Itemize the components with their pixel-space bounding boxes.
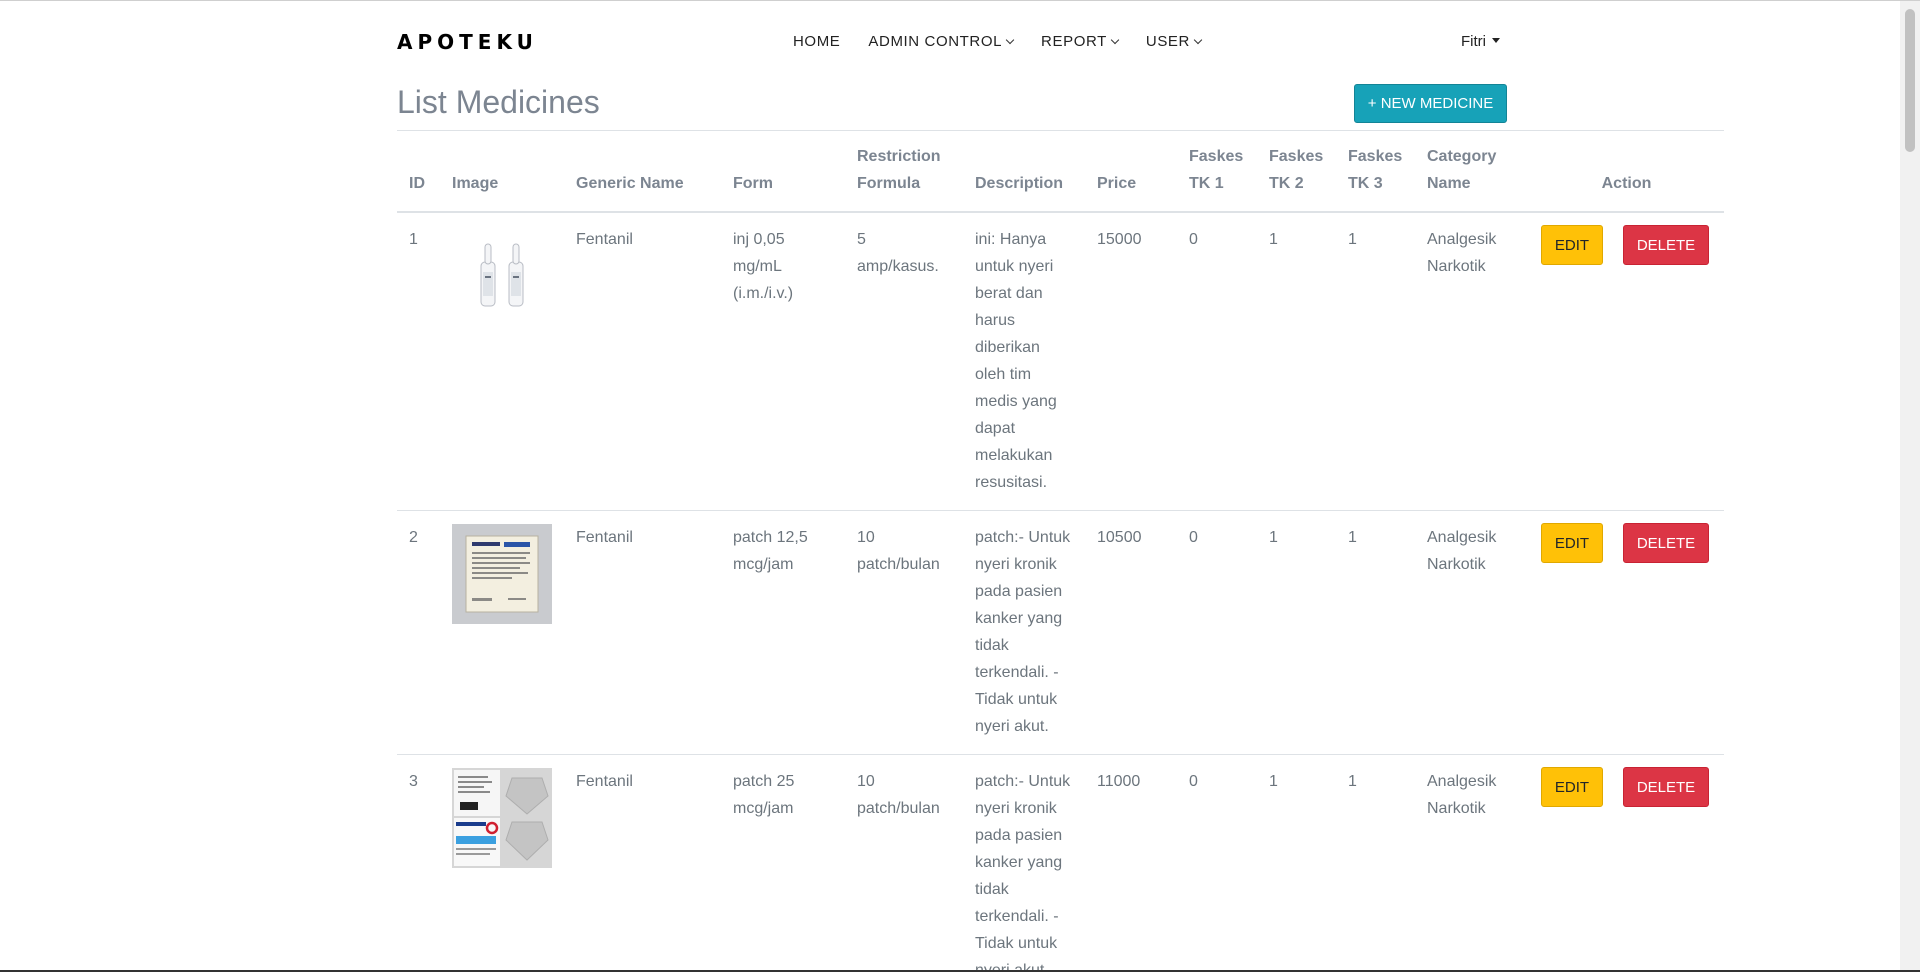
cell-image (440, 510, 564, 755)
nav-home-label: HOME (793, 33, 841, 50)
header-faskes-tk3: Faskes TK 3 (1336, 131, 1415, 213)
cell-faskes-tk3: 1 (1336, 510, 1415, 755)
page-title: List Medicines (397, 84, 600, 120)
navbar: APOTEKU HOME ADMIN CONTROL REPORT USER F… (0, 1, 1900, 81)
cell-action: EDIT DELETE (1529, 754, 1724, 972)
nav-home[interactable]: HOME (793, 33, 840, 50)
cell-restriction: 10 patch/bulan (845, 510, 963, 755)
cell-action: EDIT DELETE (1529, 510, 1724, 755)
header-form: Form (721, 131, 845, 213)
header-price: Price (1085, 131, 1177, 213)
brand-logo[interactable]: APOTEKU (397, 30, 538, 54)
table-header-row: ID Image Generic Name Form Restriction F… (397, 131, 1724, 213)
cell-faskes-tk3: 1 (1336, 212, 1415, 511)
cell-faskes-tk2: 1 (1257, 510, 1336, 755)
cell-faskes-tk1: 0 (1177, 212, 1257, 511)
cell-faskes-tk2: 1 (1257, 754, 1336, 972)
ampoule-icon (452, 226, 552, 326)
scrollbar-thumb[interactable] (1905, 9, 1915, 152)
cell-price: 10500 (1085, 510, 1177, 755)
cell-category: Analgesik Narkotik (1415, 510, 1529, 755)
header-image: Image (440, 131, 564, 213)
cell-id: 2 (397, 510, 440, 755)
header-faskes-tk2: Faskes TK 2 (1257, 131, 1336, 213)
nav-menu: HOME ADMIN CONTROL REPORT USER (793, 33, 1229, 50)
cell-image (440, 754, 564, 972)
cell-faskes-tk1: 0 (1177, 754, 1257, 972)
user-dropdown[interactable]: Fitri (1461, 33, 1500, 50)
edit-button[interactable]: EDIT (1541, 767, 1603, 807)
caret-down-icon (1492, 38, 1500, 43)
nav-user[interactable]: USER (1145, 33, 1203, 50)
cell-generic-name: Fentanil (564, 212, 721, 511)
header-id: ID (397, 131, 440, 213)
edit-button[interactable]: EDIT (1541, 523, 1603, 563)
cell-form: patch 12,5 mcg/jam (721, 510, 845, 755)
cell-form: inj 0,05 mg/mL (i.m./i.v.) (721, 212, 845, 511)
delete-button[interactable]: DELETE (1623, 767, 1709, 807)
cell-category: Analgesik Narkotik (1415, 212, 1529, 511)
chevron-down-icon (1005, 35, 1015, 45)
header-restriction-formula: Restriction Formula (845, 131, 963, 213)
delete-button[interactable]: DELETE (1623, 225, 1709, 265)
nav-user-label: USER (1145, 33, 1190, 50)
medicines-table-wrapper: ID Image Generic Name Form Restriction F… (397, 131, 1724, 972)
cell-image (440, 212, 564, 511)
cell-price: 11000 (1085, 754, 1177, 972)
table-row: 2 Fentanil patch 12,5 mcg/jam 10 patch/b… (397, 510, 1724, 755)
table-row: 1 Fentanil inj 0,05 mg/mL (i.m./i.v.) 5 … (397, 212, 1724, 511)
new-medicine-button[interactable]: + NEW MEDICINE (1354, 84, 1507, 123)
vertical-scrollbar[interactable] (1900, 1, 1920, 972)
cell-description: patch:- Untuk nyeri kronik pada pasien k… (963, 510, 1085, 755)
cell-form: patch 25 mcg/jam (721, 754, 845, 972)
user-name: Fitri (1461, 33, 1486, 50)
patch-package-icon (452, 768, 552, 868)
cell-description: patch:- Untuk nyeri kronik pada pasien k… (963, 754, 1085, 972)
header-action: Action (1529, 131, 1724, 213)
header-category-name: Category Name (1415, 131, 1529, 213)
chevron-down-icon (1193, 35, 1203, 45)
cell-description: ini: Hanya untuk nyeri berat dan harus d… (963, 212, 1085, 511)
cell-restriction: 5 amp/kasus. (845, 212, 963, 511)
cell-faskes-tk2: 1 (1257, 212, 1336, 511)
cell-faskes-tk3: 1 (1336, 754, 1415, 972)
cell-category: Analgesik Narkotik (1415, 754, 1529, 972)
edit-button[interactable]: EDIT (1541, 225, 1603, 265)
cell-generic-name: Fentanil (564, 754, 721, 972)
nav-admin-control-label: ADMIN CONTROL (868, 33, 1003, 50)
nav-report-label: REPORT (1041, 33, 1107, 50)
delete-button[interactable]: DELETE (1623, 523, 1709, 563)
medicines-table: ID Image Generic Name Form Restriction F… (397, 131, 1724, 972)
cell-id: 1 (397, 212, 440, 511)
cell-price: 15000 (1085, 212, 1177, 511)
chevron-down-icon (1110, 35, 1120, 45)
cell-id: 3 (397, 754, 440, 972)
cell-restriction: 10 patch/bulan (845, 754, 963, 972)
patch-sachet-icon (452, 524, 552, 624)
table-row: 3 Fentanil patch 25 mcg/jam 10 patch/bul… (397, 754, 1724, 972)
cell-action: EDIT DELETE (1529, 212, 1724, 511)
cell-faskes-tk1: 0 (1177, 510, 1257, 755)
header-description: Description (963, 131, 1085, 213)
nav-admin-control[interactable]: ADMIN CONTROL (868, 33, 1015, 50)
nav-report[interactable]: REPORT (1041, 33, 1120, 50)
header-generic-name: Generic Name (564, 131, 721, 213)
header-faskes-tk1: Faskes TK 1 (1177, 131, 1257, 213)
cell-generic-name: Fentanil (564, 510, 721, 755)
